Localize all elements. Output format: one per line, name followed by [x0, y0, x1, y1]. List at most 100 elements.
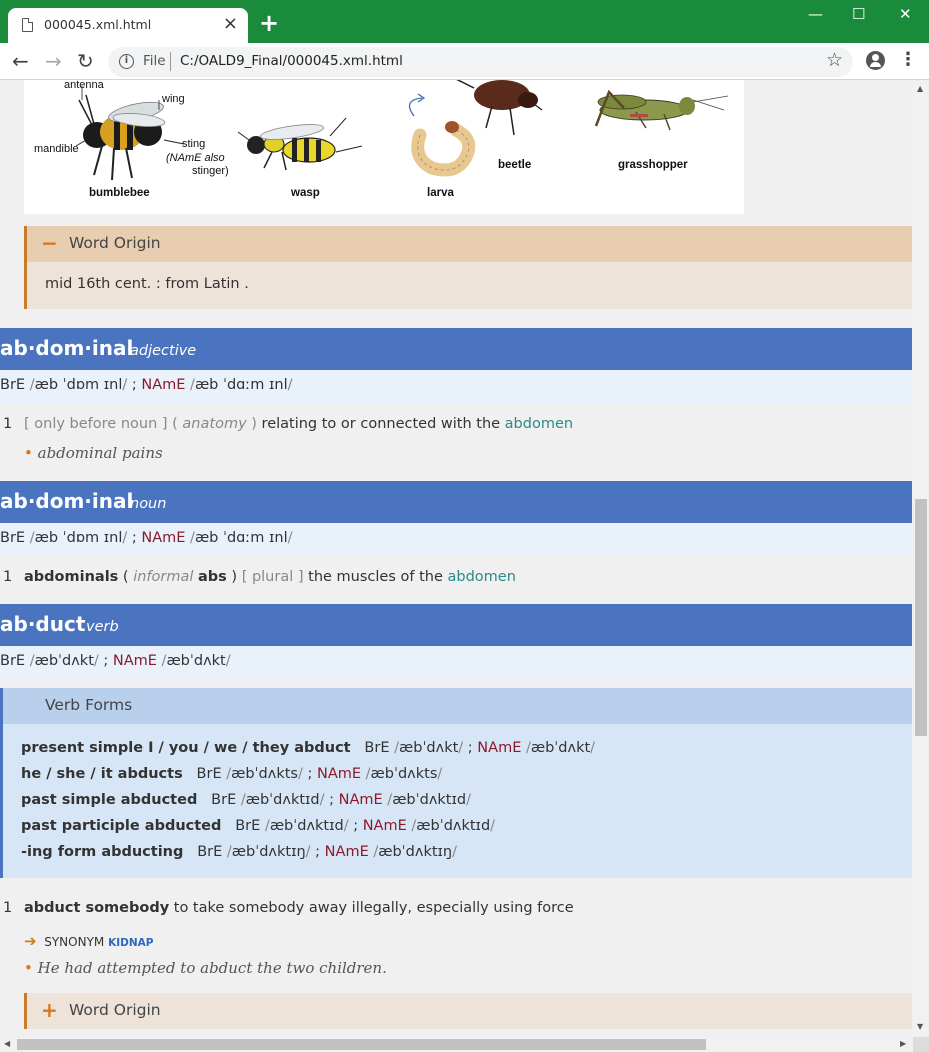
horizontal-scroll-thumb[interactable] [17, 1039, 706, 1050]
definition-text: relating to or connected with the [261, 416, 501, 432]
reload-icon[interactable]: ↻ [77, 49, 94, 73]
collapse-icon[interactable]: − [41, 232, 58, 254]
beetle-drawing [456, 80, 543, 136]
usage-label: informal [133, 569, 194, 585]
vertical-scrollbar[interactable]: ▲ ▼ [913, 80, 929, 1037]
headword: ab·dom·inal [0, 336, 134, 360]
scheme-label: File [143, 53, 166, 69]
scroll-up-icon[interactable]: ▲ [917, 84, 923, 93]
bre-ipa: æbˈdʌktɪd [269, 818, 344, 834]
entry-header-abdominal-adjective: ab·dom·inal adjective [0, 328, 912, 370]
bre-label: BrE [0, 530, 26, 546]
word-origin-title: Word Origin [69, 1001, 161, 1019]
synonym-kidnap-link[interactable]: KIDNAP [108, 937, 153, 949]
browser-title-bar: 000045.xml.html × + — ☐ ✕ [0, 0, 929, 43]
grammar-note: [ plural ] [241, 569, 304, 585]
sense-number: 1 [3, 900, 13, 916]
address-bar[interactable]: i File C:/OALD9_Final/000045.xml.html ☆ [108, 47, 853, 77]
verb-forms-section: Verb Forms present simple I / you / we /… [0, 688, 912, 878]
name-label: NAmE [112, 653, 157, 669]
bookmark-star-icon[interactable]: ☆ [826, 49, 843, 71]
name-label: NAmE [141, 377, 186, 393]
scroll-down-icon[interactable]: ▼ [917, 1022, 923, 1031]
name-label: NAmE [141, 530, 186, 546]
pron-separator: ; [329, 792, 335, 808]
scroll-right-icon[interactable]: ▶ [900, 1039, 906, 1048]
maximize-icon[interactable]: ☐ [852, 4, 865, 24]
word-origin-section-collapsed: + Word Origin [24, 993, 912, 1029]
name-ipa: æb ˈdɑːm ɪnl [194, 530, 288, 546]
verb-form: -ing form abducting [21, 844, 184, 860]
omnibox-divider [170, 52, 171, 71]
info-icon[interactable]: i [119, 54, 134, 69]
account-icon[interactable] [866, 51, 885, 70]
entry-header-abduct-verb: ab·duct verb [0, 604, 912, 646]
arrow-right-icon: ➔ [24, 932, 37, 950]
minimize-icon[interactable]: — [808, 4, 823, 24]
xref-abdomen-link[interactable]: abdomen [448, 569, 516, 585]
word-origin-text: mid 16th cent. : from Latin . [45, 276, 249, 292]
pronunciation-bar: BrE /æbˈdʌkt/ ; NAmE /æbˈdʌkt/ [0, 646, 912, 679]
bre-label: BrE [364, 740, 390, 756]
url-text[interactable]: C:/OALD9_Final/000045.xml.html [180, 53, 403, 69]
scrollbar-corner [913, 1037, 929, 1052]
browser-tab[interactable]: 000045.xml.html × [8, 8, 248, 43]
name-label: NAmE [316, 766, 362, 782]
caption-wasp: wasp [291, 187, 320, 199]
pronunciation-bar: BrE /æb ˈdɒm ɪnl/ ; NAmE /æb ˈdɑːm ɪnl/ [0, 370, 912, 403]
bre-label: BrE [0, 653, 26, 669]
word-origin-header[interactable]: + Word Origin [27, 993, 912, 1029]
pron-separator: ; [315, 844, 321, 860]
pronunciation: BrE /æbˈdʌkt/ ; NAmE /æbˈdʌkt/ [0, 653, 231, 669]
example-sentence: • He had attempted to abduct the two chi… [24, 959, 387, 977]
browser-toolbar: ← → ↻ i File C:/OALD9_Final/000045.xml.h… [0, 43, 929, 80]
verb-form: past simple abducted [21, 792, 198, 808]
antenna-label: antenna [64, 80, 104, 91]
name-ipa: æbˈdʌktɪd [392, 792, 467, 808]
verb-forms-header[interactable]: Verb Forms [3, 688, 912, 724]
close-tab-icon[interactable]: × [223, 14, 238, 34]
new-tab-icon[interactable]: + [259, 11, 279, 35]
bre-label: BrE [197, 844, 223, 860]
verb-form-row: -ing form abducting BrE /æbˈdʌktɪŋ/ ; NA… [21, 844, 457, 860]
pron-separator: ; [467, 740, 473, 756]
bre-ipa: æb ˈdɒm ɪnl [34, 377, 123, 393]
bre-label: BrE [196, 766, 222, 782]
pron-separator: ; [131, 530, 137, 546]
caption-beetle: beetle [498, 159, 532, 171]
close-window-icon[interactable]: ✕ [899, 4, 912, 24]
scroll-left-icon[interactable]: ◀ [4, 1039, 10, 1048]
caption-larva: larva [427, 187, 454, 199]
definition-text: the muscles of the [308, 569, 443, 585]
larva-drawing [408, 93, 476, 177]
paren-open: ( [172, 416, 178, 432]
verb-form-row: present simple I / you / we / they abduc… [21, 740, 596, 756]
back-arrow-icon[interactable]: ← [12, 49, 29, 73]
vertical-scroll-thumb[interactable] [915, 499, 927, 736]
grammar-note: [ only before noun ] [24, 416, 168, 432]
sense-number: 1 [3, 416, 13, 432]
word-origin-header[interactable]: − Word Origin [27, 226, 912, 262]
sense-definition: abduct somebody to take somebody away il… [24, 900, 574, 916]
sense-number: 1 [3, 569, 13, 585]
part-of-speech: noun [130, 496, 167, 512]
name-ipa: æbˈdʌktɪŋ [378, 844, 453, 860]
horizontal-scrollbar[interactable]: ◀ ▶ [0, 1037, 913, 1052]
pron-separator: ; [353, 818, 359, 834]
document-icon [22, 18, 33, 32]
browser-menu-icon[interactable]: ⋮ [899, 50, 917, 70]
sting-label: sting [182, 138, 206, 150]
forward-arrow-icon[interactable]: → [45, 49, 62, 73]
expand-icon[interactable]: + [41, 999, 58, 1021]
verb-form: past participle abducted [21, 818, 222, 834]
example-text: abdominal pains [37, 444, 163, 462]
form-abdominals: abdominals [24, 569, 119, 585]
bre-label: BrE [0, 377, 26, 393]
verb-form-row: he / she / it abducts BrE /æbˈdʌkts/ ; N… [21, 766, 443, 782]
xref-abdomen-link[interactable]: abdomen [505, 416, 573, 432]
example-text: He had attempted to abduct the two child… [37, 959, 387, 977]
name-ipa: æb ˈdɑːm ɪnl [194, 377, 288, 393]
sense-definition: abdominals ( informal abs ) [ plural ] t… [24, 569, 516, 585]
bullet-icon: • [24, 444, 38, 462]
pron-separator: ; [103, 653, 109, 669]
